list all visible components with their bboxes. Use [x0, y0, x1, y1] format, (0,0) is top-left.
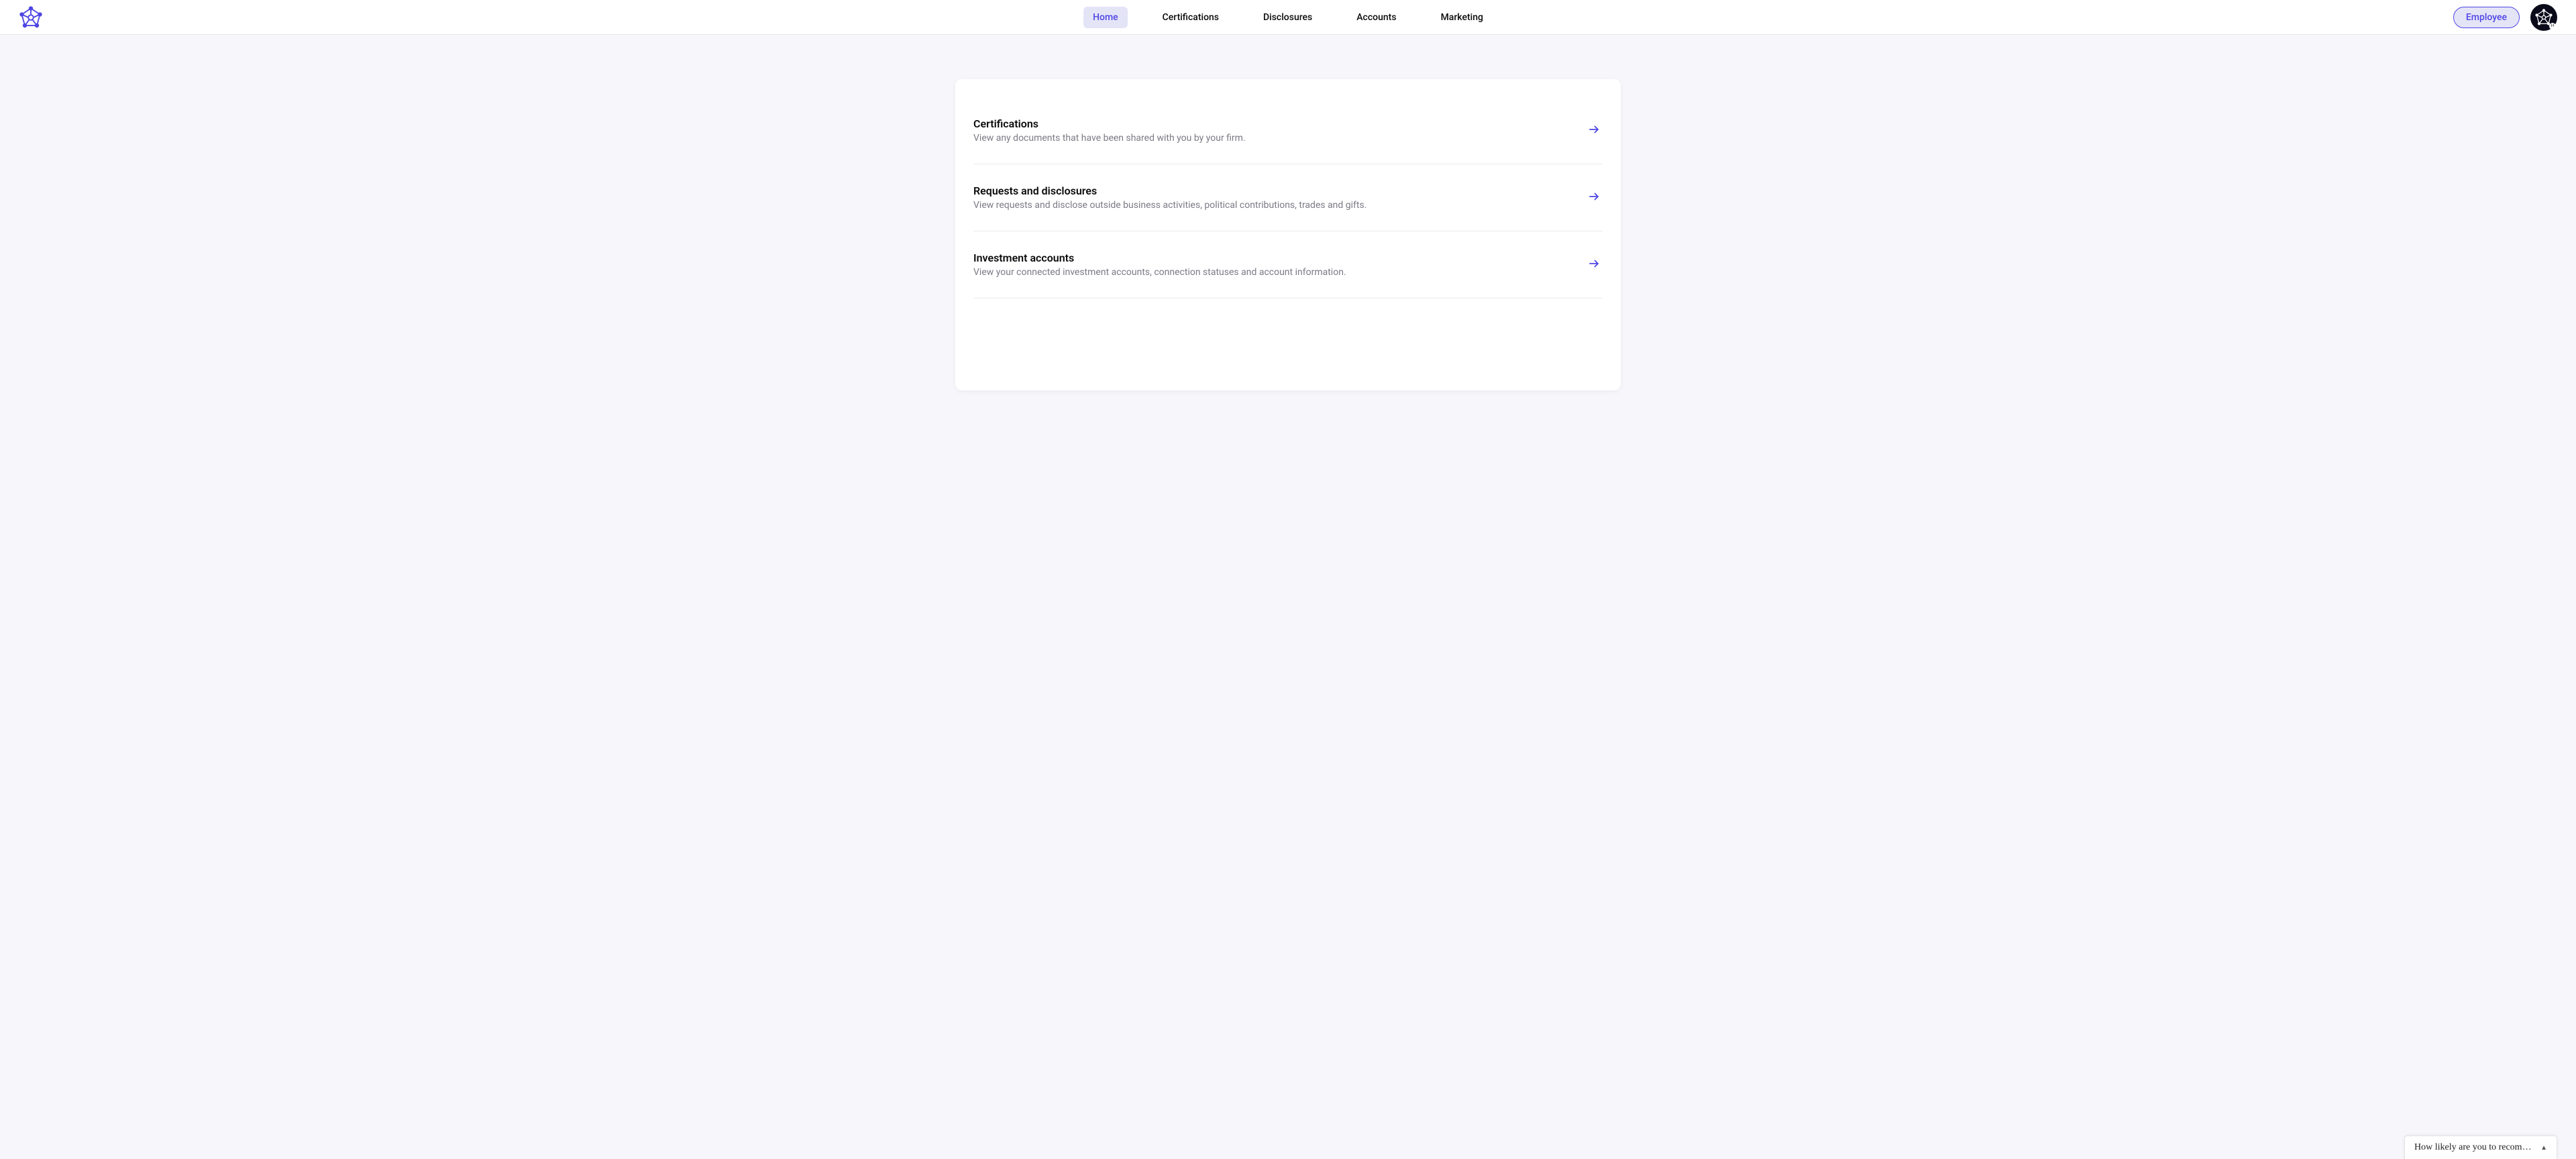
feedback-widget[interactable]: How likely are you to recommen… ▲ — [2404, 1136, 2557, 1159]
header-right: Employee H — [2453, 4, 2557, 31]
nav-item-home[interactable]: Home — [1083, 7, 1128, 28]
nav-item-marketing[interactable]: Marketing — [1432, 7, 1493, 28]
row-requests-disclosures[interactable]: Requests and disclosures View requests a… — [973, 164, 1603, 231]
nav-item-accounts[interactable]: Accounts — [1347, 7, 1405, 28]
home-card: Certifications View any documents that h… — [955, 79, 1621, 390]
header-left — [19, 5, 43, 30]
row-investment-accounts[interactable]: Investment accounts View your connected … — [973, 231, 1603, 298]
avatar-badge: H — [2549, 23, 2556, 30]
nav-item-certifications[interactable]: Certifications — [1153, 7, 1228, 28]
caret-up-icon: ▲ — [2540, 1144, 2547, 1152]
row-certifications[interactable]: Certifications View any documents that h… — [973, 111, 1603, 164]
nav-item-disclosures[interactable]: Disclosures — [1254, 7, 1322, 28]
row-left: Investment accounts View your connected … — [973, 252, 1346, 278]
employee-badge[interactable]: Employee — [2453, 7, 2520, 28]
avatar[interactable]: H — [2530, 4, 2557, 31]
arrow-right-icon — [1588, 258, 1600, 272]
feedback-prompt: How likely are you to recommen… — [2414, 1142, 2532, 1153]
app-header: Home Certifications Disclosures Accounts… — [0, 0, 2576, 35]
app-logo-icon[interactable] — [19, 5, 43, 30]
row-description: View requests and disclose outside busin… — [973, 200, 1366, 211]
main-nav: Home Certifications Disclosures Accounts… — [1083, 7, 1493, 28]
row-left: Requests and disclosures View requests a… — [973, 184, 1366, 211]
row-left: Certifications View any documents that h… — [973, 117, 1246, 144]
arrow-right-icon — [1588, 190, 1600, 205]
arrow-right-icon — [1588, 123, 1600, 138]
row-description: View your connected investment accounts,… — [973, 267, 1346, 278]
row-description: View any documents that have been shared… — [973, 133, 1246, 144]
row-title: Certifications — [973, 117, 1246, 130]
row-title: Requests and disclosures — [973, 184, 1366, 197]
row-title: Investment accounts — [973, 252, 1346, 264]
main-content: Certifications View any documents that h… — [0, 35, 2576, 390]
